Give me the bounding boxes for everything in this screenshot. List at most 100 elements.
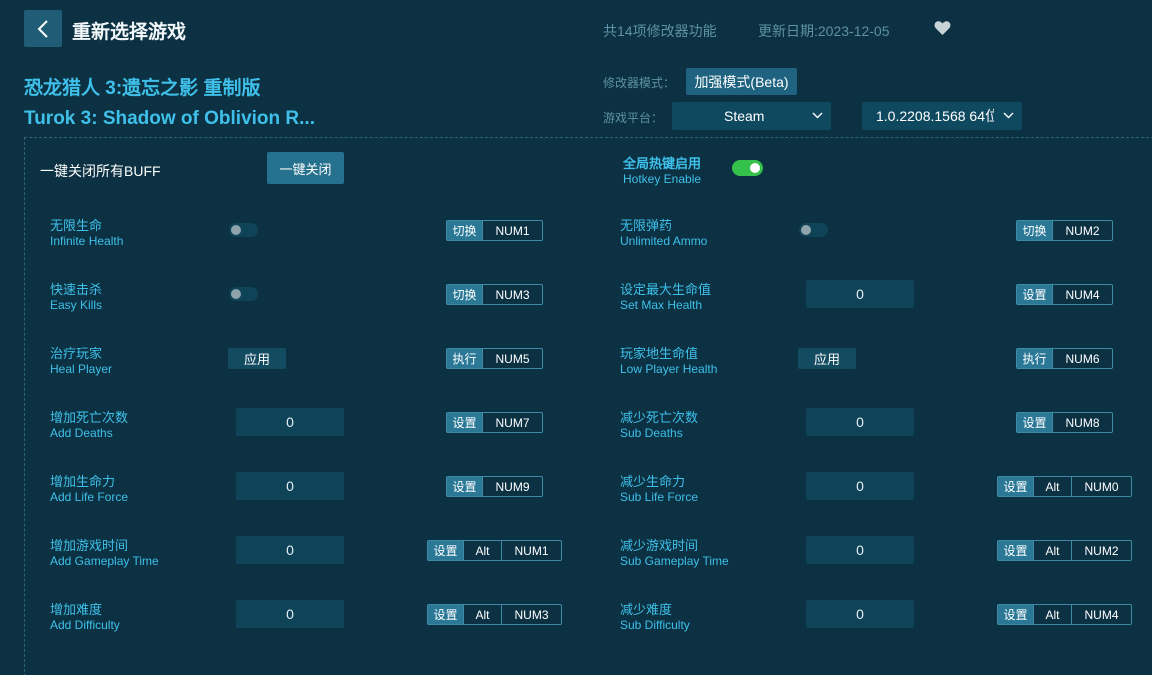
feature-label-en: Add Life Force <box>50 490 129 504</box>
key-num: NUM0 <box>1071 477 1131 496</box>
sub-life-force-input[interactable] <box>806 472 914 500</box>
easy-kills-toggle[interactable] <box>229 287 258 301</box>
infinite-health-toggle[interactable] <box>229 223 258 237</box>
feature-label-cn: 增加游戏时间 <box>50 538 129 553</box>
mode-label: 修改器模式： <box>603 76 676 90</box>
sub-deaths-hotkey[interactable]: 设置 NUM8 <box>1016 412 1113 433</box>
key-action: 切换 <box>447 285 482 304</box>
key-modifier: Alt <box>1033 477 1071 496</box>
key-action: 设置 <box>998 605 1033 624</box>
feature-label-cn: 减少死亡次数 <box>620 410 699 425</box>
feature-label-en: Sub Difficulty <box>620 618 690 632</box>
platform-select[interactable]: Steam <box>672 102 831 130</box>
feature-label-cn: 快速击杀 <box>50 282 103 297</box>
update-date: 更新日期:2023-12-05 <box>758 23 890 39</box>
key-num: NUM6 <box>1052 349 1112 368</box>
key-num: NUM9 <box>482 477 542 496</box>
mode-button[interactable]: 加强模式(Beta) <box>686 68 797 95</box>
set-max-health-input[interactable] <box>806 280 914 308</box>
key-action: 设置 <box>998 477 1033 496</box>
low-player-health-hotkey[interactable]: 执行 NUM6 <box>1016 348 1113 369</box>
add-gameplay-time-hotkey[interactable]: 设置 Alt NUM1 <box>427 540 562 561</box>
version-value: 1.0.2208.1568 64位 <box>876 108 994 124</box>
unlimited-ammo-toggle[interactable] <box>799 223 828 237</box>
add-difficulty-input[interactable] <box>236 600 344 628</box>
feature-label-cn: 增加生命力 <box>50 474 116 489</box>
key-action: 设置 <box>428 605 463 624</box>
game-title-cn: 恐龙猎人 3:遗忘之影 重制版 <box>24 78 261 99</box>
key-num: NUM5 <box>482 349 542 368</box>
add-deaths-hotkey[interactable]: 设置 NUM7 <box>446 412 543 433</box>
sub-difficulty-hotkey[interactable]: 设置 Alt NUM4 <box>997 604 1132 625</box>
easy-kills-hotkey[interactable]: 切换 NUM3 <box>446 284 543 305</box>
feature-label-cn: 增加难度 <box>50 602 103 617</box>
key-action: 设置 <box>428 541 463 560</box>
feature-label-en: Sub Life Force <box>620 490 699 504</box>
key-num: NUM3 <box>501 605 561 624</box>
key-num: NUM4 <box>1052 285 1112 304</box>
feature-label-en: Add Deaths <box>50 426 113 440</box>
hotkey-enable-label-cn: 全局热键启用 <box>623 156 702 171</box>
key-num: NUM7 <box>482 413 542 432</box>
feature-label-en: Infinite Health <box>50 234 124 248</box>
set-max-health-hotkey[interactable]: 设置 NUM4 <box>1016 284 1113 305</box>
feature-label-cn: 设定最大生命值 <box>620 282 712 297</box>
add-life-force-hotkey[interactable]: 设置 NUM9 <box>446 476 543 497</box>
feature-label-cn: 无限弹药 <box>620 218 673 233</box>
add-deaths-input[interactable] <box>236 408 344 436</box>
platform-value: Steam <box>724 108 765 124</box>
unlimited-ammo-hotkey[interactable]: 切换 NUM2 <box>1016 220 1113 241</box>
add-difficulty-hotkey[interactable]: 设置 Alt NUM3 <box>427 604 562 625</box>
sub-deaths-input[interactable] <box>806 408 914 436</box>
key-action: 执行 <box>447 349 482 368</box>
feature-label-en: Heal Player <box>50 362 113 376</box>
features-panel <box>24 137 1152 675</box>
infinite-health-hotkey[interactable]: 切换 NUM1 <box>446 220 543 241</box>
add-life-force-input[interactable] <box>236 472 344 500</box>
key-action: 设置 <box>447 413 482 432</box>
key-modifier: Alt <box>1033 605 1071 624</box>
add-gameplay-time-input[interactable] <box>236 536 344 564</box>
key-action: 设置 <box>1017 413 1052 432</box>
sub-difficulty-input[interactable] <box>806 600 914 628</box>
feature-label-cn: 无限生命 <box>50 218 103 233</box>
version-select[interactable]: 1.0.2208.1568 64位 <box>862 102 1022 130</box>
chevron-down-icon <box>812 112 823 119</box>
feature-label-cn: 减少生命力 <box>620 474 686 489</box>
feature-label-en: Add Difficulty <box>50 618 120 632</box>
key-action: 切换 <box>1017 221 1052 240</box>
key-action: 设置 <box>447 477 482 496</box>
feature-label-en: Add Gameplay Time <box>50 554 159 568</box>
key-modifier: Alt <box>1033 541 1071 560</box>
key-modifier: Alt <box>463 605 501 624</box>
feature-label-en: Sub Deaths <box>620 426 683 440</box>
page-title[interactable]: 重新选择游戏 <box>72 17 186 44</box>
feature-label-en: Sub Gameplay Time <box>620 554 729 568</box>
hotkey-enable-toggle[interactable] <box>732 160 763 176</box>
game-title-en: Turok 3: Shadow of Oblivion R... <box>24 108 315 129</box>
feature-count: 共14项修改器功能 <box>603 23 717 39</box>
key-num: NUM1 <box>501 541 561 560</box>
feature-label-cn: 玩家地生命值 <box>620 346 699 361</box>
feature-label-cn: 治疗玩家 <box>50 346 103 361</box>
sub-life-force-hotkey[interactable]: 设置 Alt NUM0 <box>997 476 1132 497</box>
key-num: NUM4 <box>1071 605 1131 624</box>
sub-gameplay-time-input[interactable] <box>806 536 914 564</box>
heart-icon[interactable] <box>934 20 951 36</box>
key-action: 执行 <box>1017 349 1052 368</box>
low-player-health-apply-button[interactable]: 应用 <box>798 348 856 369</box>
key-num: NUM3 <box>482 285 542 304</box>
key-modifier: Alt <box>463 541 501 560</box>
sub-gameplay-time-hotkey[interactable]: 设置 Alt NUM2 <box>997 540 1132 561</box>
feature-label-cn: 减少游戏时间 <box>620 538 699 553</box>
back-button[interactable] <box>24 10 62 47</box>
feature-label-cn: 减少难度 <box>620 602 673 617</box>
close-all-buff-label: 一键关闭所有BUFF <box>40 163 161 179</box>
heal-player-apply-button[interactable]: 应用 <box>228 348 286 369</box>
key-num: NUM1 <box>482 221 542 240</box>
key-action: 设置 <box>1017 285 1052 304</box>
feature-label-en: Set Max Health <box>620 298 703 312</box>
heal-player-hotkey[interactable]: 执行 NUM5 <box>446 348 543 369</box>
close-all-button[interactable]: 一键关闭 <box>267 152 344 184</box>
key-num: NUM8 <box>1052 413 1112 432</box>
